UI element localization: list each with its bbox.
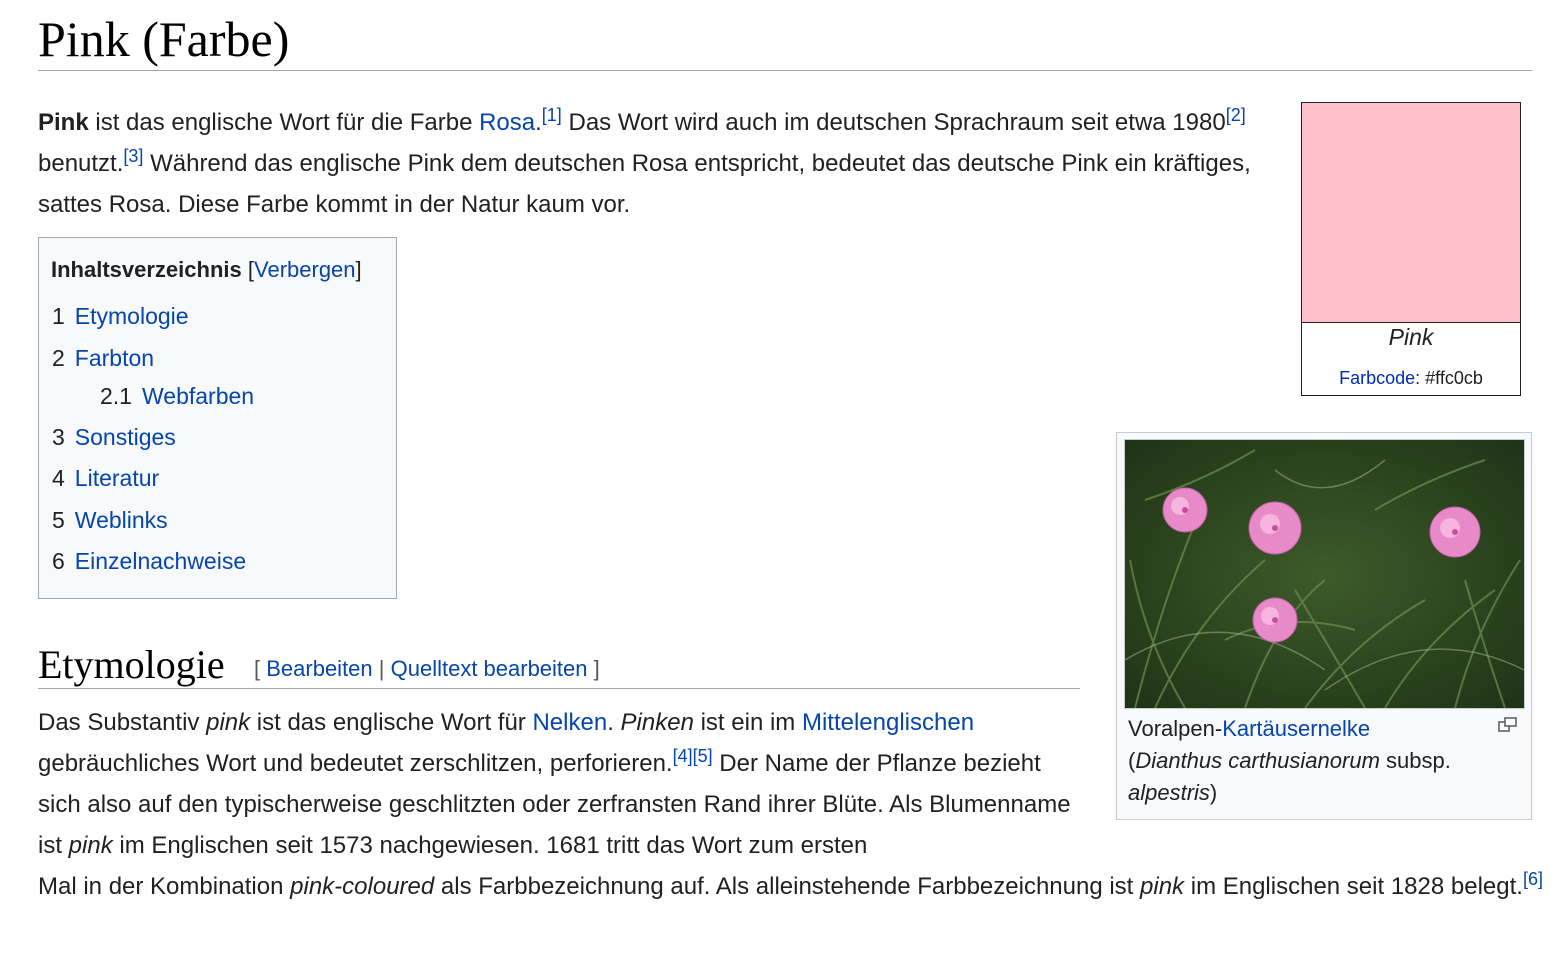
intro-text: ist das englische Wort für die Farbe: [88, 109, 480, 136]
ref-3[interactable]: [3]: [123, 146, 143, 166]
caption-text: Voralpen-: [1128, 716, 1223, 741]
caption-text: subsp.: [1379, 748, 1451, 773]
edit-separator: |: [372, 656, 391, 681]
edit-bracket: [: [254, 656, 267, 681]
caption-italic: alpestris: [1128, 780, 1210, 805]
toc-item-webfarben[interactable]: 2.1 Webfarben: [100, 381, 254, 411]
body-text: als Farbbezeichnung auf. Als alleinstehe…: [434, 873, 1141, 900]
edit-bracket: ]: [587, 656, 600, 681]
carnation-photo-art: [1125, 440, 1524, 708]
etymologie-paragraph-continued: Mal in der Kombination pink-coloured als…: [38, 866, 1548, 907]
toc-link[interactable]: Literatur: [75, 465, 159, 491]
color-name: Pink: [1388, 324, 1434, 350]
toc-number: 1: [52, 303, 65, 329]
thumbnail-caption: Voralpen-Kartäusernelke (Dianthus carthus…: [1128, 713, 1468, 809]
body-text: Das Substantiv: [38, 709, 207, 736]
page-title: Pink (Farbe): [38, 11, 290, 67]
intro-text: .: [535, 109, 542, 136]
toc-number: 3: [52, 424, 65, 450]
section-divider: [38, 688, 1080, 689]
intro-text: Das Wort wird auch im deutschen Sprachra…: [561, 109, 1226, 136]
toc-hide-toggle[interactable]: Verbergen: [254, 257, 356, 282]
ref-4[interactable]: [4]: [673, 746, 693, 766]
italic-term: pink: [68, 832, 113, 859]
toc-number: 2.1: [100, 383, 132, 409]
italic-term: pink: [1140, 873, 1185, 900]
edit-button[interactable]: Bearbeiten: [266, 656, 372, 681]
caption-text: ): [1209, 780, 1218, 805]
link-kartaeusernelke[interactable]: Kartäusernelke: [1222, 716, 1370, 741]
body-text: ist das englische Wort für: [250, 709, 533, 736]
carnation-photo[interactable]: [1124, 439, 1525, 709]
etymologie-paragraph: Das Substantiv pink ist das englische Wo…: [38, 702, 1083, 866]
link-nelken[interactable]: Nelken: [532, 709, 607, 736]
edit-source-button[interactable]: Quelltext bearbeiten: [391, 656, 588, 681]
toc-number: 6: [52, 548, 65, 574]
title-divider: [38, 70, 1532, 71]
ref-5[interactable]: [5]: [693, 746, 713, 766]
italic-term: Pinken: [620, 709, 694, 736]
toc-link[interactable]: Einzelnachweise: [75, 548, 246, 574]
body-text: gebräuchliches Wort und bedeutet zerschl…: [38, 750, 673, 777]
italic-term: pink: [206, 709, 251, 736]
italic-term: pink-coloured: [290, 873, 435, 900]
color-swatch: [1302, 103, 1520, 323]
toc-item-farbton[interactable]: 2 Farbton: [52, 343, 154, 373]
color-code: Farbcode: #ffc0cb: [1301, 364, 1521, 392]
toc-item-einzelnachweise[interactable]: 6 Einzelnachweise: [52, 546, 246, 576]
toc-item-weblinks[interactable]: 5 Weblinks: [52, 505, 168, 535]
toc-bracket: ]: [355, 257, 362, 282]
image-thumbnail: Voralpen-Kartäusernelke (Dianthus carthus…: [1116, 432, 1532, 820]
toc-link[interactable]: Farbton: [75, 345, 154, 371]
toc-item-literatur[interactable]: 4 Literatur: [52, 463, 159, 493]
toc-link[interactable]: Webfarben: [142, 383, 254, 409]
intro-text: benutzt.: [38, 150, 124, 177]
intro-text: Während das englische Pink dem deutschen…: [38, 150, 1251, 218]
link-mittelenglischen[interactable]: Mittelenglischen: [802, 709, 974, 736]
toc-header: Inhaltsverzeichnis [Verbergen]: [51, 256, 362, 284]
body-text: im Englischen seit 1573 nachgewiesen. 16…: [112, 832, 868, 859]
toc-link[interactable]: Etymologie: [75, 303, 189, 329]
toc-number: 4: [52, 465, 65, 491]
link-rosa[interactable]: Rosa: [479, 109, 535, 136]
body-text: ist ein im: [693, 709, 802, 736]
toc-link[interactable]: Weblinks: [75, 507, 168, 533]
toc-title: Inhaltsverzeichnis: [51, 257, 242, 282]
intro-paragraph: Pink ist das englische Wort für die Farb…: [38, 102, 1278, 225]
section-heading-etymologie: Etymologie: [38, 642, 225, 687]
color-infobox: [1301, 102, 1521, 396]
table-of-contents: Inhaltsverzeichnis [Verbergen] 1 Etymolog…: [38, 237, 397, 599]
intro-bold-term: Pink: [38, 109, 89, 136]
body-text: Mal in der Kombination: [38, 873, 291, 900]
body-text: .: [607, 709, 621, 736]
toc-item-etymologie[interactable]: 1 Etymologie: [52, 301, 189, 331]
ref-2[interactable]: [2]: [1226, 105, 1246, 125]
toc-number: 2: [52, 345, 65, 371]
toc-number: 5: [52, 507, 65, 533]
section-edit-links: [ Bearbeiten | Quelltext bearbeiten ]: [254, 654, 600, 684]
toc-link[interactable]: Sonstiges: [75, 424, 176, 450]
ref-1[interactable]: [1]: [542, 105, 562, 125]
color-code-label[interactable]: Farbcode: [1339, 368, 1415, 388]
caption-italic: Dianthus carthusianorum: [1135, 748, 1380, 773]
body-text: im Englischen seit 1828 belegt.: [1184, 873, 1523, 900]
toc-item-sonstiges[interactable]: 3 Sonstiges: [52, 422, 176, 452]
magnify-icon[interactable]: [1498, 717, 1518, 733]
color-code-value: : #ffc0cb: [1415, 368, 1483, 388]
ref-6[interactable]: [6]: [1523, 869, 1543, 889]
